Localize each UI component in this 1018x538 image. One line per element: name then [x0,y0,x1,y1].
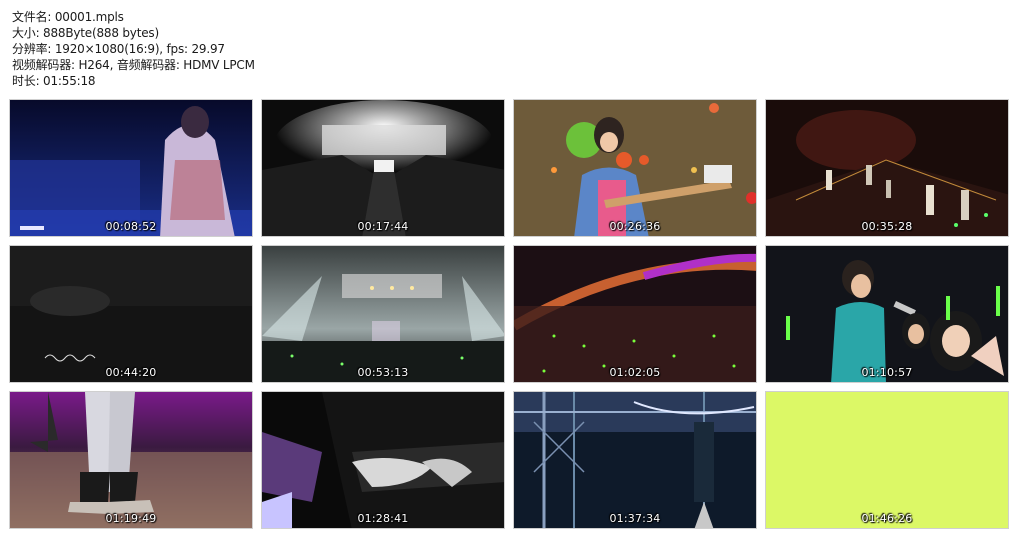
timestamp-label: 01:02:05 [609,366,661,379]
timestamp-label: 01:19:49 [105,512,157,525]
thumbnail-frame[interactable]: 00:08:52 [9,99,253,237]
frame-image [514,392,756,528]
frame-image [262,246,504,382]
thumbnail-sheet: 文件名: 00001.mpls 大小: 888Byte(888 bytes) 分… [0,0,1018,538]
frame-image [10,246,252,382]
thumbnail-frame[interactable]: 00:44:20 [9,245,253,383]
duration-line: 时长: 01:55:18 [12,74,96,88]
timestamp-label: 00:26:36 [609,220,661,233]
frame-image [514,246,756,382]
timestamp-label: 00:44:20 [105,366,157,379]
timestamp-label: 00:35:28 [861,220,913,233]
thumbnail-frame[interactable]: 01:46:26 [765,391,1009,529]
timestamp-label: 01:10:57 [861,366,913,379]
media-info-panel: 文件名: 00001.mpls 大小: 888Byte(888 bytes) 分… [12,9,255,89]
resolution-line: 分辨率: 1920×1080(16:9), fps: 29.97 [12,42,225,56]
thumbnail-frame[interactable]: 01:10:57 [765,245,1009,383]
frame-image [766,392,1008,528]
timestamp-label: 00:53:13 [357,366,409,379]
frame-image [10,392,252,528]
frame-image [10,100,252,236]
frame-image [262,100,504,236]
thumbnail-frame[interactable]: 01:37:34 [513,391,757,529]
thumbnail-frame[interactable]: 01:28:41 [261,391,505,529]
frame-image [766,246,1008,382]
thumbnail-frame[interactable]: 01:19:49 [9,391,253,529]
frame-image [514,100,756,236]
timestamp-label: 00:08:52 [105,220,157,233]
thumbnail-frame[interactable]: 00:17:44 [261,99,505,237]
thumbnail-frame[interactable]: 00:53:13 [261,245,505,383]
thumbnail-frame[interactable]: 01:02:05 [513,245,757,383]
timestamp-label: 01:37:34 [609,512,661,525]
thumbnail-grid: 00:08:52 00:17:44 00:26:36 00:35:28 00:4… [9,99,1009,529]
timestamp-label: 01:46:26 [861,512,913,525]
filename-line: 文件名: 00001.mpls [12,10,124,24]
thumbnail-frame[interactable]: 00:26:36 [513,99,757,237]
timestamp-label: 01:28:41 [357,512,409,525]
frame-image [262,392,504,528]
timestamp-label: 00:17:44 [357,220,409,233]
codecs-line: 视频解码器: H264, 音频解码器: HDMV LPCM [12,58,255,72]
size-line: 大小: 888Byte(888 bytes) [12,26,159,40]
thumbnail-frame[interactable]: 00:35:28 [765,99,1009,237]
frame-image [766,100,1008,236]
